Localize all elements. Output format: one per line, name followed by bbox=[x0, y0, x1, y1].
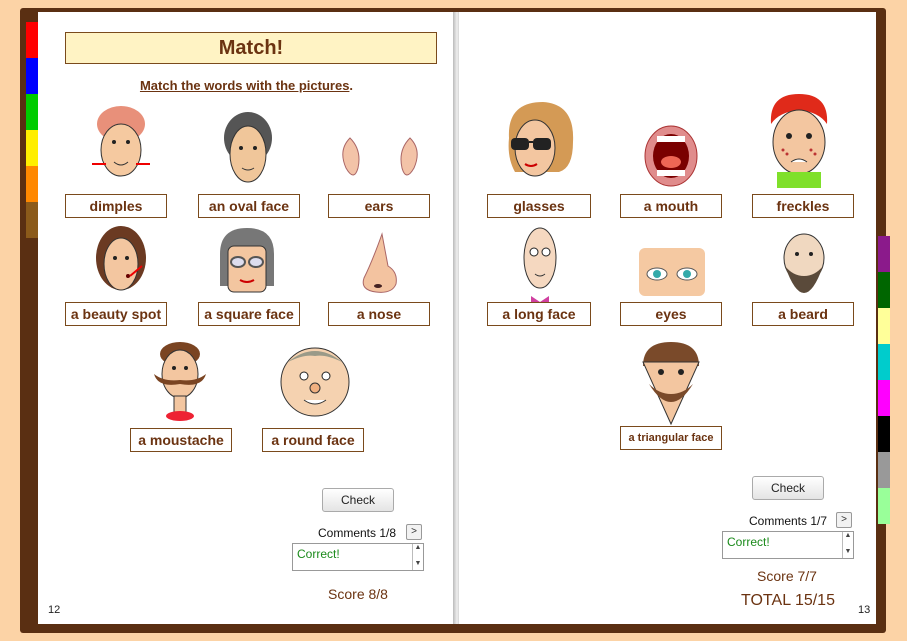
label-beauty-spot[interactable]: a beauty spot bbox=[65, 302, 167, 326]
comment-text-left: Correct! bbox=[297, 547, 340, 561]
comments-next-button-right[interactable]: > bbox=[836, 512, 852, 528]
page-title: Match! bbox=[65, 32, 437, 64]
scroll-up-icon[interactable]: ▲ bbox=[845, 532, 852, 539]
comment-scrollbar-right[interactable]: ▲ ▼ bbox=[842, 532, 853, 558]
comment-scrollbar-left[interactable]: ▲ ▼ bbox=[412, 544, 423, 570]
instruction-text: Match the words with the pictures bbox=[139, 78, 350, 93]
freckles-face-icon bbox=[770, 94, 828, 188]
tab-magenta[interactable] bbox=[878, 380, 890, 416]
oval-face-icon bbox=[224, 112, 272, 183]
total-score: TOTAL 15/15 bbox=[741, 592, 835, 609]
label-round-face[interactable]: a round face bbox=[262, 428, 364, 452]
label-moustache[interactable]: a moustache bbox=[130, 428, 232, 452]
instruction-period: . bbox=[349, 78, 354, 93]
tab-red[interactable] bbox=[26, 22, 38, 58]
beard-face-icon bbox=[783, 233, 825, 293]
ears-icon bbox=[342, 137, 418, 176]
scroll-down-icon[interactable]: ▼ bbox=[845, 548, 852, 555]
right-page: glasses a mouth freckles a long face eye… bbox=[459, 12, 876, 624]
check-button-right[interactable]: Check bbox=[752, 476, 824, 500]
long-face-icon bbox=[523, 227, 557, 306]
comments-label-left: Comments 1/8 bbox=[318, 526, 397, 540]
glasses-face-icon bbox=[508, 102, 574, 177]
label-freckles[interactable]: freckles bbox=[752, 194, 854, 218]
nose-icon bbox=[362, 232, 397, 293]
page-number-right: 13 bbox=[858, 604, 871, 616]
left-page: Match! Match the words with the pictures… bbox=[38, 12, 455, 624]
tab-purple[interactable] bbox=[878, 236, 890, 272]
tab-cyan[interactable] bbox=[878, 344, 890, 380]
page-number-left: 12 bbox=[48, 604, 61, 616]
tab-green[interactable] bbox=[26, 94, 38, 130]
label-dimples[interactable]: dimples bbox=[65, 194, 167, 218]
tab-light-green[interactable] bbox=[878, 488, 890, 524]
score-left: Score 8/8 bbox=[328, 586, 388, 602]
tab-orange[interactable] bbox=[26, 166, 38, 202]
label-oval-face[interactable]: an oval face bbox=[198, 194, 300, 218]
tab-black[interactable] bbox=[878, 416, 890, 452]
eyes-icon bbox=[639, 248, 705, 296]
comments-next-button-left[interactable]: > bbox=[406, 524, 422, 540]
comment-text-right: Correct! bbox=[727, 535, 770, 549]
label-beard[interactable]: a beard bbox=[752, 302, 854, 326]
scroll-down-icon[interactable]: ▼ bbox=[415, 560, 422, 567]
tab-grey[interactable] bbox=[878, 452, 890, 488]
check-button-left[interactable]: Check bbox=[322, 488, 394, 512]
triangular-face-icon bbox=[642, 342, 700, 426]
instruction: Match the words with the pictures. bbox=[38, 78, 455, 93]
tab-yellow[interactable] bbox=[26, 130, 38, 166]
tab-blue[interactable] bbox=[26, 58, 38, 94]
beauty-spot-face-icon bbox=[96, 226, 146, 291]
label-eyes[interactable]: eyes bbox=[620, 302, 722, 326]
score-right: Score 7/7 bbox=[757, 568, 817, 584]
label-mouth[interactable]: a mouth bbox=[620, 194, 722, 218]
comment-box-right[interactable]: Correct! ▲ ▼ bbox=[722, 531, 854, 559]
tab-dark-green[interactable] bbox=[878, 272, 890, 308]
label-triangular-face[interactable]: a triangular face bbox=[620, 426, 722, 450]
label-nose[interactable]: a nose bbox=[328, 302, 430, 326]
tab-light-yellow[interactable] bbox=[878, 308, 890, 344]
moustache-face-icon bbox=[154, 342, 206, 421]
label-long-face[interactable]: a long face bbox=[487, 302, 591, 326]
label-square-face[interactable]: a square face bbox=[198, 302, 300, 326]
comment-box-left[interactable]: Correct! ▲ ▼ bbox=[292, 543, 424, 571]
square-face-icon bbox=[220, 228, 274, 293]
scroll-up-icon[interactable]: ▲ bbox=[415, 544, 422, 551]
label-glasses[interactable]: glasses bbox=[487, 194, 591, 218]
tab-brown[interactable] bbox=[26, 202, 38, 238]
dimples-face-icon bbox=[92, 106, 150, 177]
round-face-icon bbox=[280, 347, 350, 417]
comments-label-right: Comments 1/7 bbox=[749, 514, 828, 528]
label-ears[interactable]: ears bbox=[328, 194, 430, 218]
mouth-icon bbox=[644, 125, 698, 187]
